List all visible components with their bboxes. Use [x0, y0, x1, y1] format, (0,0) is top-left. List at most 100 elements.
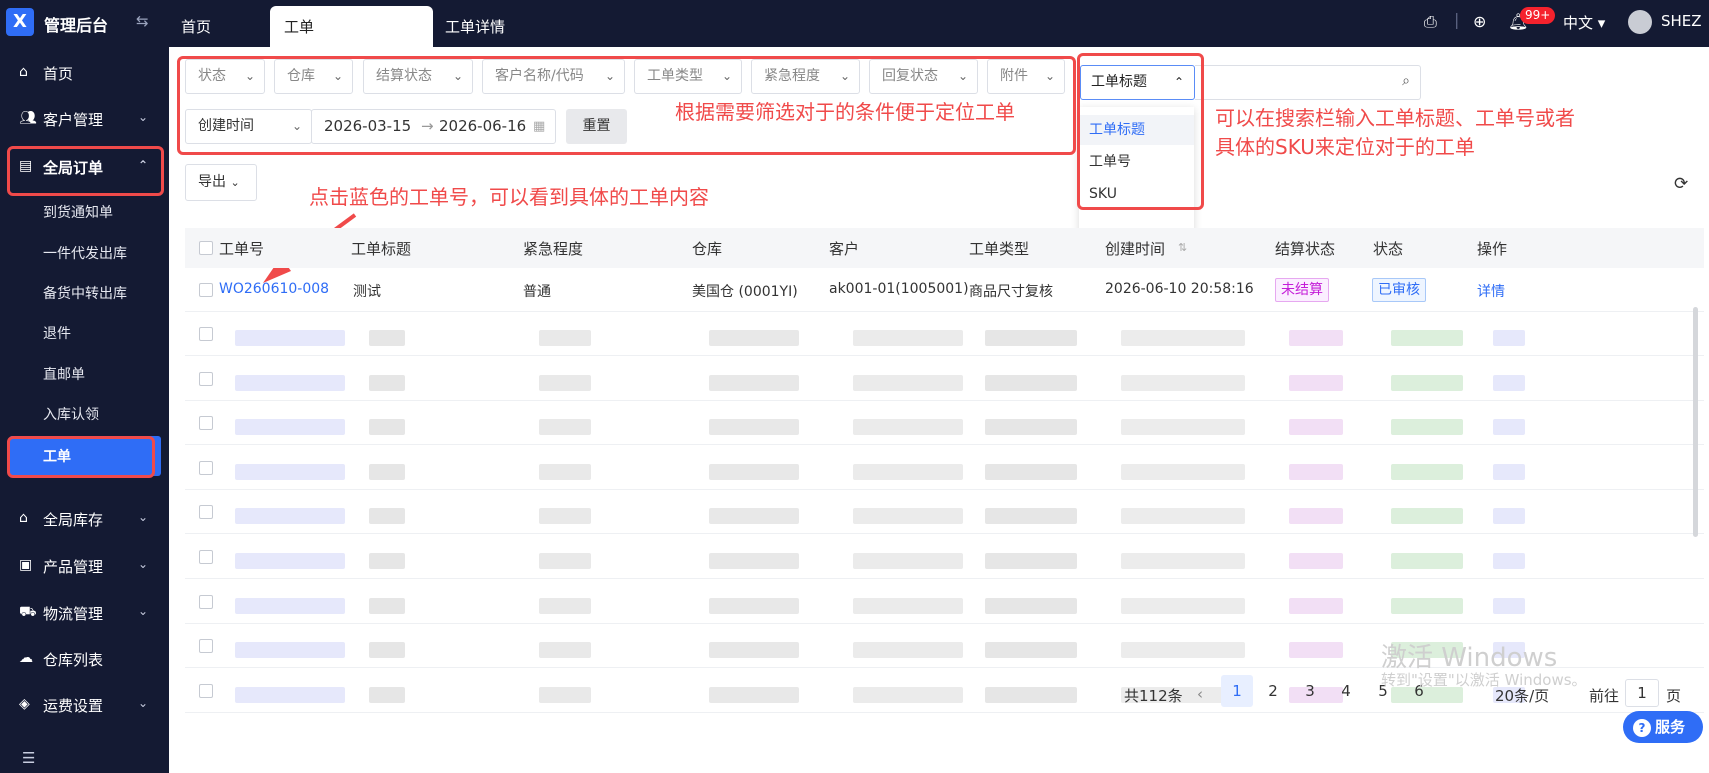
sidebar-sub-direct-mail[interactable]: 直邮单: [43, 364, 85, 384]
blurred-cell: [853, 508, 963, 525]
row-checkbox[interactable]: [199, 327, 213, 341]
blurred-cell: [709, 419, 799, 436]
row-checkbox[interactable]: [199, 594, 213, 609]
export-button[interactable]: 导出 ⌄: [185, 164, 257, 201]
blurred-cell: [369, 553, 405, 569]
printer-icon[interactable]: ⎙: [1424, 12, 1437, 32]
sidebar-item-inventory[interactable]: ⌂ 全局库存 ⌄: [0, 499, 169, 539]
blurred-cell: [539, 374, 591, 391]
blurred-cell: [1121, 419, 1245, 436]
windows-watermark-subtitle: 转到"设置"以激活 Windows。: [1381, 671, 1587, 689]
sidebar-item-products[interactable]: ▣ 产品管理 ⌄: [0, 546, 169, 586]
avatar[interactable]: [1628, 10, 1652, 34]
blurred-cell: [1493, 553, 1525, 569]
row-checkbox[interactable]: [199, 683, 213, 698]
sidebar-item-home[interactable]: ⌂ 首页: [0, 53, 169, 93]
help-icon: ?: [1633, 719, 1651, 737]
blurred-cell: [853, 642, 963, 659]
workorder-id-link[interactable]: WO260610-008: [219, 281, 329, 297]
blurred-cell: [235, 419, 345, 436]
annotation-search-1: 可以在搜索栏输入工单标题、工单号或者: [1215, 106, 1575, 130]
sidebar-sub-transfer[interactable]: 备货中转出库: [43, 283, 127, 303]
blurred-cell: [1493, 597, 1525, 614]
page-3[interactable]: 3: [1294, 675, 1326, 707]
blurred-cell: [853, 463, 963, 480]
blurred-cell: [1121, 642, 1245, 659]
row-checkbox[interactable]: [199, 283, 213, 297]
blurred-cell: [1493, 508, 1525, 525]
goto-input[interactable]: 1: [1625, 679, 1659, 707]
blurred-cell: [1289, 419, 1343, 436]
row-checkbox[interactable]: [199, 460, 213, 475]
sidebar-item-warehouses[interactable]: ☁ 仓库列表: [0, 639, 169, 679]
row-checkbox[interactable]: [199, 505, 213, 520]
column-header: 操作: [1477, 240, 1508, 258]
search-input[interactable]: ⌕: [1195, 65, 1421, 100]
blurred-cell: [235, 553, 345, 569]
blurred-cell: [853, 686, 963, 703]
language-select[interactable]: 中文 ▾: [1563, 12, 1605, 33]
download-icon[interactable]: ⊕: [1473, 12, 1486, 31]
sidebar-sub-dropship[interactable]: 一件代发出库: [43, 243, 127, 263]
tab-workorder-detail[interactable]: 工单详情: [445, 0, 505, 47]
page-2[interactable]: 2: [1257, 675, 1289, 707]
workorder-type: 商品尺寸复核: [969, 284, 1053, 300]
tab-workorder[interactable]: 工单: [270, 6, 433, 47]
search-icon[interactable]: ⌕: [1402, 73, 1410, 89]
blurred-cell: [235, 508, 345, 525]
settle-status-badge: 未结算: [1275, 278, 1329, 302]
blurred-cell: [369, 419, 405, 436]
blurred-cell: [369, 642, 405, 659]
scrollbar[interactable]: [1693, 307, 1698, 537]
collapse-menu-icon[interactable]: ⇆: [136, 12, 149, 30]
home-icon: ⌂: [19, 64, 28, 80]
sort-icon[interactable]: ⇅: [1178, 241, 1187, 254]
highlight-filters: [177, 56, 1076, 155]
blurred-cell: [1289, 597, 1343, 614]
sidebar-item-customers[interactable]: 👥︎ 客户管理 ⌄: [0, 99, 169, 139]
blurred-cell: [985, 374, 1077, 391]
page-4[interactable]: 4: [1330, 675, 1362, 707]
sidebar-item-logistics[interactable]: ⛟ 物流管理 ⌄: [0, 593, 169, 633]
blurred-cell: [539, 553, 591, 569]
chevron-down-icon: ⌄: [138, 510, 149, 524]
blurred-cell: [1391, 419, 1463, 436]
blurred-cell: [235, 330, 345, 346]
main-content: 状态 ⌄ 仓库 ⌄ 结算状态 ⌄ 客户名称/代码 ⌄ 工单类型 ⌄ 紧急程度 ⌄ 回复状态 ⌄…: [169, 47, 1709, 773]
sidebar-item-label: 运费设置: [43, 697, 104, 715]
table-row: [185, 357, 1704, 401]
sidebar-item-freight[interactable]: ◈ 运费设置 ⌄: [0, 685, 169, 725]
sidebar-item-label: 客户管理: [43, 111, 104, 129]
select-all-checkbox[interactable]: [199, 241, 213, 255]
blurred-cell: [1289, 553, 1343, 569]
table-header: 工单号 工单标题 紧急程度 仓库 客户 工单类型 创建时间 ⇅ 结算状态 状态 …: [185, 228, 1704, 268]
users-icon: 👥︎: [19, 110, 37, 126]
highlight-orders-menu: [7, 146, 164, 196]
row-checkbox[interactable]: [199, 639, 213, 654]
menu-toggle-icon[interactable]: ☰: [22, 749, 35, 767]
prev-page-icon[interactable]: ‹: [1197, 685, 1203, 703]
user-name[interactable]: SHEZ: [1661, 12, 1702, 30]
sidebar-sub-claim[interactable]: 入库认领: [43, 404, 99, 424]
sidebar-sub-arrival[interactable]: 到货通知单: [43, 202, 113, 222]
blurred-cell: [1121, 374, 1245, 391]
chevron-down-icon: ⌄: [138, 110, 149, 124]
chevron-down-icon: ⌄: [138, 557, 149, 571]
sidebar-item-label: 产品管理: [43, 558, 104, 576]
service-button[interactable]: ? 服务: [1623, 711, 1703, 743]
column-header: 客户: [829, 240, 860, 258]
coin-icon: ◈: [19, 696, 30, 712]
row-checkbox[interactable]: [199, 416, 213, 431]
row-checkbox[interactable]: [199, 550, 213, 564]
blurred-cell: [539, 686, 591, 703]
refresh-icon[interactable]: ⟳: [1674, 174, 1688, 194]
blurred-cell: [1493, 330, 1525, 346]
sidebar-sub-returns[interactable]: 退件: [43, 323, 71, 343]
tab-home[interactable]: 首页: [181, 0, 211, 47]
row-checkbox[interactable]: [199, 371, 213, 386]
chevron-down-icon: ⌄: [138, 696, 149, 710]
page-1[interactable]: 1: [1221, 675, 1253, 707]
column-header[interactable]: 创建时间: [1105, 238, 1165, 259]
detail-link[interactable]: 详情: [1477, 281, 1505, 301]
page-unit: 页: [1666, 687, 1682, 705]
